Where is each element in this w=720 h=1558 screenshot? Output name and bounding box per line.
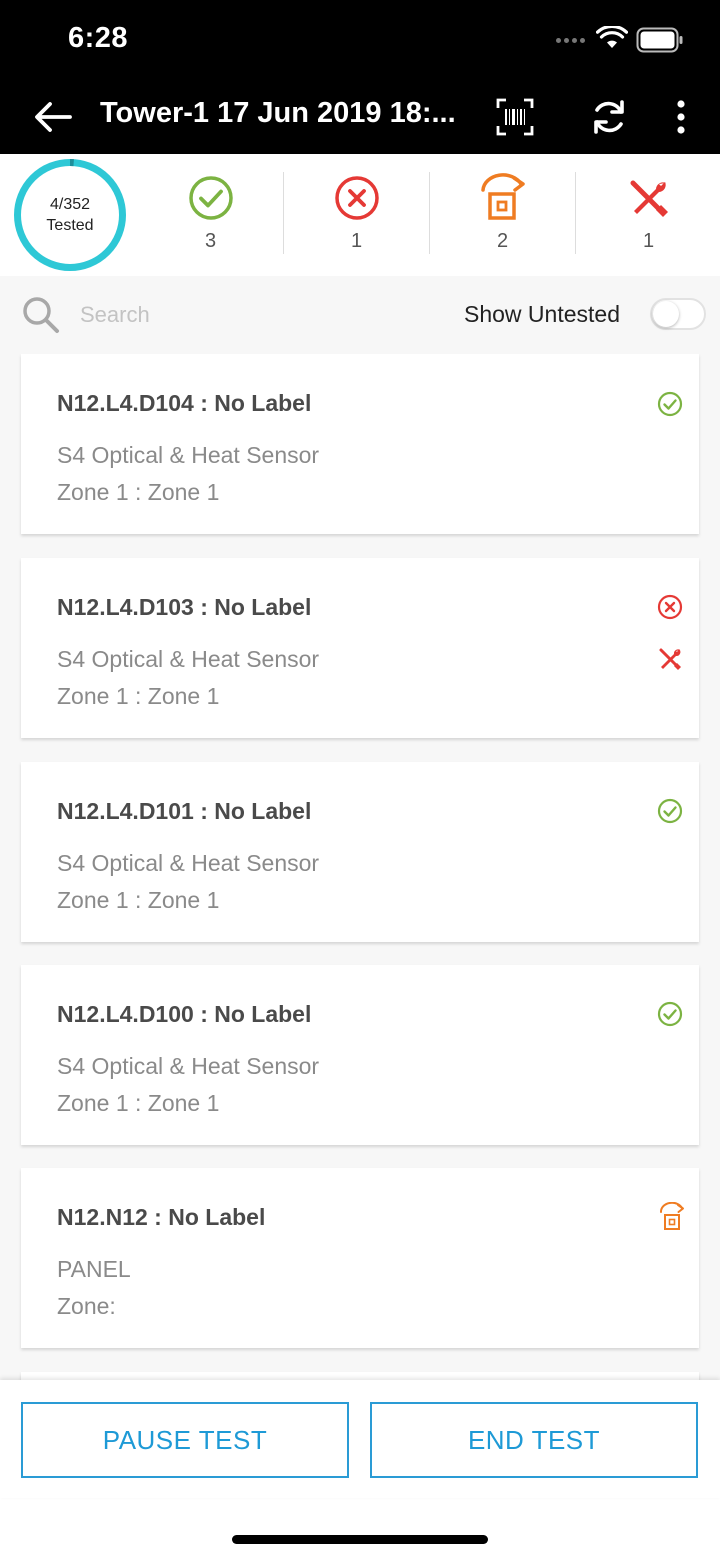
progress-count: 4/352	[49, 196, 91, 213]
test-summary: 4/352 Tested 3 1 2 1	[0, 154, 720, 276]
check-circle-icon	[657, 391, 683, 417]
app-bar: Tower-1 17 Jun 2019 18:...	[0, 80, 720, 154]
show-untested-toggle[interactable]	[650, 298, 706, 330]
status-bar: 6:28	[0, 0, 720, 80]
device-name: N12.L4.D101 : No Label	[57, 798, 312, 824]
x-circle-icon	[657, 594, 683, 620]
progress-text: 4/352 Tested	[12, 194, 128, 236]
search-input[interactable]	[80, 298, 380, 332]
check-circle-icon	[657, 1001, 683, 1027]
signal-icon	[556, 38, 585, 43]
list-item[interactable]: N12.L4.D104 : No Label S4 Optical & Heat…	[21, 354, 699, 534]
home-indicator[interactable]	[232, 1535, 488, 1544]
pause-test-button[interactable]: PAUSE TEST	[21, 1402, 349, 1478]
wrench-icon	[659, 648, 681, 670]
list-item[interactable]: N12.L4.D100 : No Label S4 Optical & Heat…	[21, 965, 699, 1145]
device-type: S4 Optical & Heat Sensor	[57, 646, 320, 672]
status-time: 6:28	[68, 22, 129, 54]
refresh-button[interactable]	[586, 94, 632, 140]
stat-skipped-count: 2	[496, 230, 509, 252]
stat-failed[interactable]: 1	[284, 172, 429, 262]
device-list[interactable]: N12.L4.D104 : No Label S4 Optical & Heat…	[0, 354, 720, 1380]
device-zone: Zone 1 : Zone 1	[57, 479, 220, 505]
end-test-button[interactable]: END TEST	[370, 1402, 698, 1478]
stat-fault-count: 1	[642, 230, 655, 252]
search-bar: Show Untested	[0, 276, 720, 354]
list-item-partial[interactable]	[21, 1372, 699, 1380]
check-circle-icon	[188, 176, 233, 220]
progress-label: Tested	[46, 217, 94, 234]
action-bar: PAUSE TEST END TEST	[0, 1380, 720, 1498]
device-name: N12.L4.D100 : No Label	[57, 1001, 312, 1027]
search-icon	[23, 297, 59, 333]
back-button[interactable]	[30, 94, 76, 140]
stat-failed-count: 1	[350, 230, 363, 252]
show-untested-label: Show Untested	[464, 301, 620, 327]
device-type: S4 Optical & Heat Sensor	[57, 442, 320, 468]
device-name: N12.N12 : No Label	[57, 1204, 266, 1230]
back-arrow-icon	[35, 102, 72, 132]
page-title: Tower-1 17 Jun 2019 18:...	[100, 97, 456, 129]
device-name: N12.L4.D104 : No Label	[57, 390, 312, 416]
device-zone: Zone 1 : Zone 1	[57, 887, 220, 913]
more-options-button[interactable]	[664, 94, 698, 140]
list-item[interactable]: N12.N12 : No Label PANEL Zone:	[21, 1168, 699, 1348]
x-circle-icon	[334, 176, 379, 220]
stat-skipped[interactable]: 2	[430, 172, 575, 262]
skip-icon	[659, 1202, 684, 1230]
device-zone: Zone:	[57, 1293, 116, 1319]
check-circle-icon	[657, 798, 683, 824]
more-vertical-icon	[677, 100, 685, 134]
skip-icon	[480, 173, 525, 220]
barcode-scan-button[interactable]	[492, 94, 538, 140]
list-item[interactable]: N12.L4.D101 : No Label S4 Optical & Heat…	[21, 762, 699, 942]
stat-passed[interactable]: 3	[138, 172, 283, 262]
list-item[interactable]: N12.L4.D103 : No Label S4 Optical & Heat…	[21, 558, 699, 738]
device-type: S4 Optical & Heat Sensor	[57, 1053, 320, 1079]
device-zone: Zone 1 : Zone 1	[57, 683, 220, 709]
device-type: PANEL	[57, 1256, 131, 1282]
device-name: N12.L4.D103 : No Label	[57, 594, 312, 620]
device-zone: Zone 1 : Zone 1	[57, 1090, 220, 1116]
toggle-knob	[653, 301, 679, 327]
battery-icon	[636, 27, 683, 53]
refresh-icon	[594, 100, 624, 134]
wifi-icon	[596, 26, 628, 48]
barcode-scan-icon	[496, 98, 534, 136]
device-type: S4 Optical & Heat Sensor	[57, 850, 320, 876]
wrench-icon	[630, 180, 668, 217]
stat-fault[interactable]: 1	[576, 172, 720, 262]
stat-passed-count: 3	[204, 230, 217, 252]
